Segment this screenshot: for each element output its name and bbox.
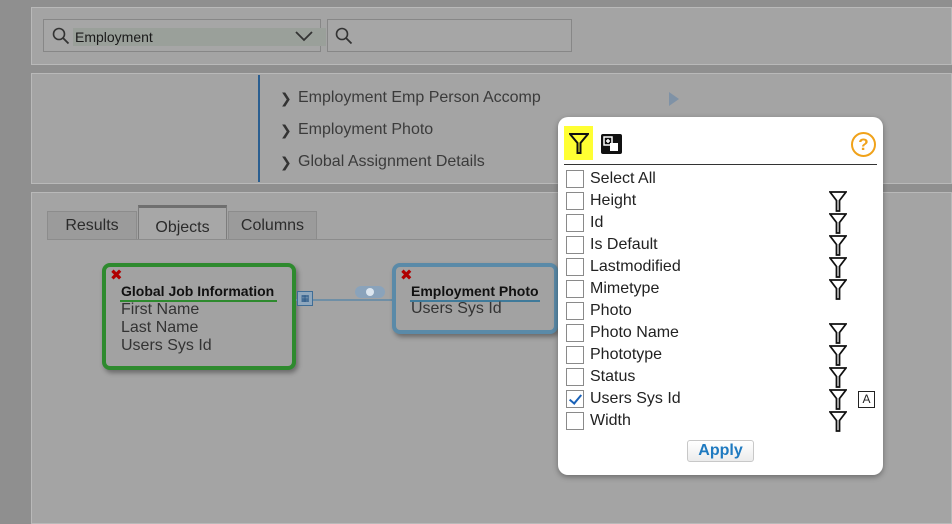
field-checkbox[interactable] xyxy=(566,192,584,210)
field-label: Height xyxy=(590,192,637,209)
tree-item-label: Employment Emp Person Accomp xyxy=(298,89,541,106)
play-arrow-icon[interactable] xyxy=(669,92,679,106)
field-checkbox[interactable] xyxy=(566,258,584,276)
object-card-employment-photo[interactable]: ✖ Employment Photo Users Sys Id xyxy=(392,263,558,334)
field-label: Status xyxy=(590,368,636,385)
tab-objects[interactable]: Objects xyxy=(138,205,227,240)
chevron-right-icon: ❯ xyxy=(280,153,292,170)
eye-icon[interactable] xyxy=(355,286,385,298)
card-field: Users Sys Id xyxy=(121,337,212,354)
field-label: Id xyxy=(590,214,604,231)
field-checkbox[interactable] xyxy=(566,324,584,342)
field-checkbox[interactable] xyxy=(566,236,584,254)
card-field: Last Name xyxy=(121,319,199,336)
field-row[interactable]: Height xyxy=(566,190,876,212)
close-icon[interactable]: ✖ xyxy=(110,268,123,283)
tree-item-label: Global Assignment Details xyxy=(298,153,485,170)
field-label: Mimetype xyxy=(590,280,660,297)
column-picker-popup: ? Select All Height Id Is Default Lastmodif… xyxy=(558,117,883,475)
tree-divider xyxy=(258,75,260,182)
field-row[interactable]: Photo Name xyxy=(566,322,876,344)
field-label: Is Default xyxy=(590,236,658,253)
expand-icon[interactable] xyxy=(601,134,622,154)
field-row[interactable]: Users Sys Id A xyxy=(566,388,876,410)
card-field: First Name xyxy=(121,301,200,318)
tabs-divider xyxy=(47,239,552,240)
field-label: Lastmodified xyxy=(590,258,681,275)
object-search-combobox[interactable]: Employment xyxy=(43,19,326,52)
apply-button[interactable]: Apply xyxy=(687,440,754,462)
search-input[interactable]: Employment xyxy=(73,28,326,46)
chevron-right-icon: ❯ xyxy=(280,121,292,138)
select-all-checkbox[interactable] xyxy=(566,170,584,188)
search-icon xyxy=(52,27,70,45)
card-title: Employment Photo xyxy=(411,283,539,299)
field-checkbox[interactable] xyxy=(566,368,584,386)
field-label: Width xyxy=(590,412,631,429)
help-icon[interactable]: ? xyxy=(851,132,876,157)
secondary-search-input[interactable] xyxy=(327,19,572,52)
tab-results[interactable]: Results xyxy=(47,211,137,240)
field-row[interactable]: Photo xyxy=(566,300,876,322)
object-card-global-job-information[interactable]: ✖ Global Job Information First Name Last… xyxy=(102,263,296,370)
search-icon xyxy=(335,27,353,45)
tree-item-employment-photo[interactable]: ❯ Employment Photo xyxy=(280,121,433,139)
field-label: Photo Name xyxy=(590,324,679,341)
field-checkbox[interactable] xyxy=(566,390,584,408)
select-all-row[interactable]: Select All xyxy=(566,168,876,190)
header-divider xyxy=(564,164,877,165)
card-field: Users Sys Id xyxy=(411,300,502,317)
tab-columns[interactable]: Columns xyxy=(228,211,317,240)
field-row[interactable]: Lastmodified xyxy=(566,256,876,278)
alias-icon[interactable]: A xyxy=(858,391,875,408)
field-checkbox[interactable] xyxy=(566,302,584,320)
field-checkbox[interactable] xyxy=(566,346,584,364)
field-row[interactable]: Mimetype xyxy=(566,278,876,300)
funnel-icon[interactable] xyxy=(569,133,589,155)
field-label: Photo xyxy=(590,302,632,319)
close-icon[interactable]: ✖ xyxy=(400,268,413,283)
field-label: Users Sys Id xyxy=(590,390,681,407)
tree-item-label: Employment Photo xyxy=(298,121,434,138)
field-label: Phototype xyxy=(590,346,663,363)
field-row[interactable]: Is Default xyxy=(566,234,876,256)
select-all-label: Select All xyxy=(590,170,656,187)
field-row[interactable]: Phototype xyxy=(566,344,876,366)
tree-item-global-assignment-details[interactable]: ❯ Global Assignment Details xyxy=(280,153,485,171)
field-row[interactable]: Width xyxy=(566,410,876,432)
funnel-icon[interactable] xyxy=(828,411,848,438)
field-row[interactable]: Status xyxy=(566,366,876,388)
chevron-right-icon: ❯ xyxy=(280,89,292,106)
field-checkbox[interactable] xyxy=(566,214,584,232)
field-checkbox[interactable] xyxy=(566,280,584,298)
field-checkbox[interactable] xyxy=(566,412,584,430)
card-title: Global Job Information xyxy=(121,283,275,299)
tree-item-employment-emp-person-accomp[interactable]: ❯ Employment Emp Person Accomp xyxy=(280,89,541,107)
field-row[interactable]: Id xyxy=(566,212,876,234)
join-icon[interactable]: ▦ xyxy=(297,291,313,306)
chevron-down-icon[interactable] xyxy=(294,27,314,45)
